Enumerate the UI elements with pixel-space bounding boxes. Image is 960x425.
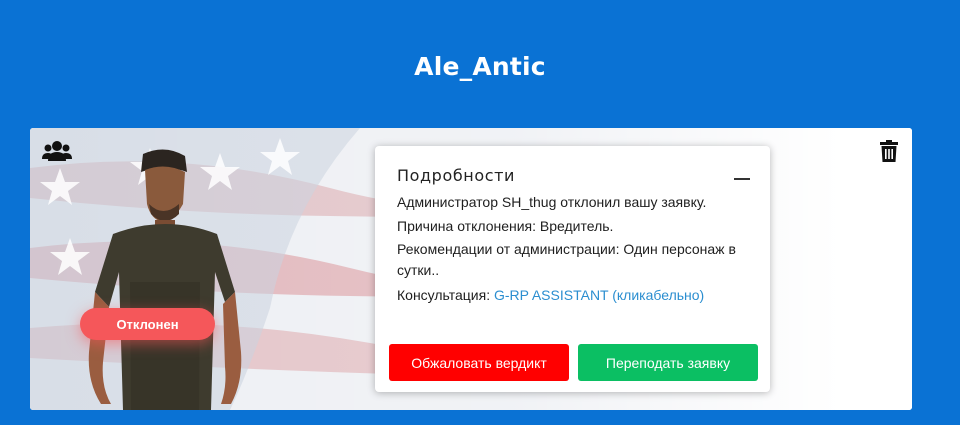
consultation-row: Консультация: G-RP ASSISTANT (кликабельн… xyxy=(397,285,757,306)
status-badge: Отклонен xyxy=(80,308,215,340)
admin-message: Администратор SH_thug отклонил вашу заяв… xyxy=(397,194,707,210)
details-panel: Подробности Администратор SH_thug отклон… xyxy=(375,146,770,392)
consultation-link[interactable]: G-RP ASSISTANT (кликабельно) xyxy=(494,287,704,303)
page-title: Ale_Antic xyxy=(414,52,546,81)
rejection-reason: Причина отклонения: Вредитель. xyxy=(397,218,614,234)
appeal-verdict-button[interactable]: Обжаловать вердикт xyxy=(389,344,569,381)
trash-icon[interactable] xyxy=(880,140,898,162)
application-card: Отклонен Подробности Администратор SH_th… xyxy=(30,128,912,410)
users-icon[interactable] xyxy=(42,140,72,162)
minus-icon[interactable] xyxy=(734,178,750,180)
recommendations: Рекомендации от администрации: Один перс… xyxy=(397,241,736,278)
details-title: Подробности xyxy=(397,166,516,185)
character-avatar xyxy=(88,149,242,410)
consultation-label: Консультация: xyxy=(397,287,491,303)
resubmit-application-button[interactable]: Переподать заявку xyxy=(578,344,758,381)
